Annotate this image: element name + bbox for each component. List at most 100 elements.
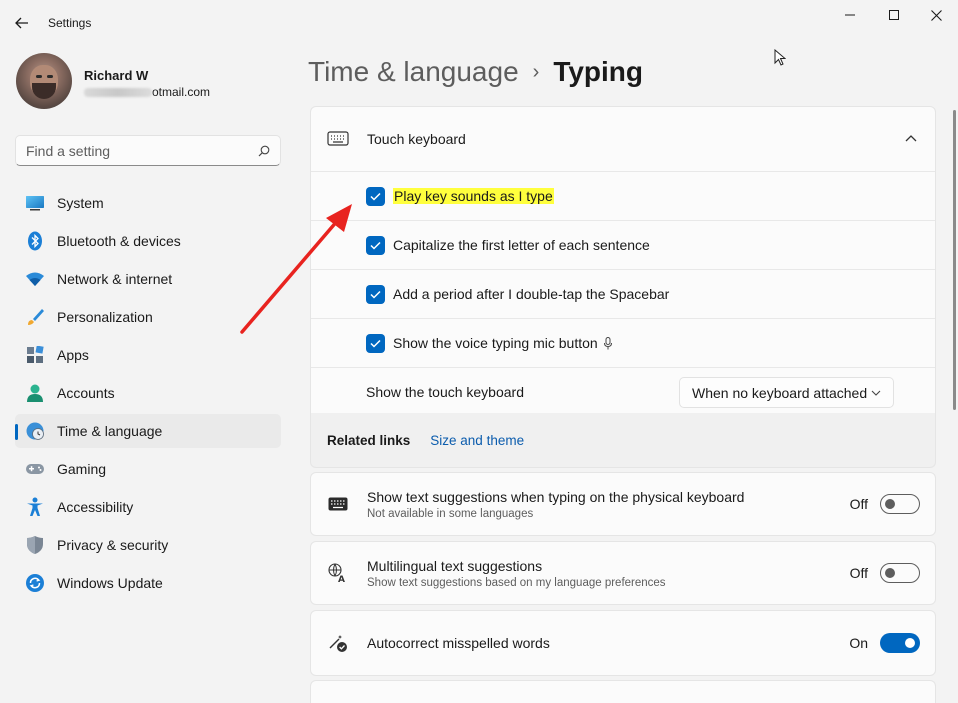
close-button[interactable] bbox=[914, 0, 958, 30]
search-input[interactable] bbox=[26, 142, 258, 159]
dropdown-value: When no keyboard attached bbox=[692, 384, 868, 401]
related-links: Related links Size and theme bbox=[310, 413, 936, 468]
profile-email: otmail.com bbox=[84, 85, 210, 99]
toggle-state-label: On bbox=[849, 635, 868, 651]
accessibility-icon bbox=[25, 497, 45, 517]
avatar bbox=[16, 53, 72, 109]
option-label: Show the voice typing mic button bbox=[393, 335, 598, 351]
toggle-state-label: Off bbox=[849, 496, 868, 512]
touch-keyboard-section: Touch keyboard Play key sounds as I type… bbox=[310, 106, 936, 414]
checkmark-icon bbox=[370, 192, 381, 201]
sidebar-item-label: Apps bbox=[57, 347, 89, 363]
size-and-theme-link[interactable]: Size and theme bbox=[430, 433, 524, 448]
related-links-label: Related links bbox=[327, 432, 411, 448]
checkmark-icon bbox=[370, 290, 381, 299]
sidebar-item-accounts[interactable]: Accounts bbox=[15, 376, 281, 410]
setting-title: Autocorrect misspelled words bbox=[367, 635, 550, 651]
shield-icon bbox=[25, 535, 45, 555]
search-box[interactable] bbox=[15, 135, 281, 166]
profile-name: Richard W bbox=[84, 68, 149, 83]
minimize-icon bbox=[845, 14, 855, 16]
sidebar-item-label: System bbox=[57, 195, 104, 211]
globe-clock-icon bbox=[25, 421, 45, 441]
setting-multilingual-suggestions: A Multilingual text suggestions Show tex… bbox=[310, 541, 936, 605]
option-voice-typing-mic[interactable]: Show the voice typing mic button bbox=[311, 318, 935, 367]
app-title: Settings bbox=[48, 16, 92, 30]
breadcrumb-separator: › bbox=[532, 60, 540, 83]
close-icon bbox=[930, 9, 942, 21]
chevron-down-icon bbox=[871, 390, 881, 396]
user-profile[interactable]: Richard W otmail.com bbox=[16, 53, 286, 111]
update-icon bbox=[25, 573, 45, 593]
option-capitalize-first-letter[interactable]: Capitalize the first letter of each sent… bbox=[311, 220, 935, 269]
search-icon[interactable] bbox=[258, 145, 270, 157]
email-redaction bbox=[84, 87, 152, 97]
sidebar-item-accessibility[interactable]: Accessibility bbox=[15, 490, 281, 524]
checkbox-checked[interactable] bbox=[366, 284, 385, 304]
setting-subtitle: Show text suggestions based on my langua… bbox=[367, 576, 666, 589]
sidebar-item-apps[interactable]: Apps bbox=[15, 338, 281, 372]
sidebar-item-label: Accessibility bbox=[57, 499, 134, 515]
mouse-cursor-icon bbox=[774, 49, 786, 66]
setting-subtitle: Not available in some languages bbox=[367, 507, 534, 520]
sidebar-item-label: Gaming bbox=[57, 461, 107, 477]
setting-title: Show text suggestions when typing on the… bbox=[367, 488, 745, 505]
sidebar-item-gaming[interactable]: Gaming bbox=[15, 452, 281, 486]
wifi-icon bbox=[25, 269, 45, 289]
annotation-arrow bbox=[240, 204, 352, 334]
setting-autocorrect: Autocorrect misspelled words On bbox=[310, 610, 936, 676]
option-add-period[interactable]: Add a period after I double-tap the Spac… bbox=[311, 269, 935, 318]
sidebar-item-label: Bluetooth & devices bbox=[57, 233, 181, 249]
keyboard-filled-icon bbox=[327, 493, 349, 515]
sidebar-item-label: Personalization bbox=[57, 309, 153, 325]
setting-title: Multilingual text suggestions bbox=[367, 557, 543, 574]
keyboard-icon bbox=[327, 128, 349, 150]
bluetooth-icon bbox=[25, 231, 45, 251]
brush-icon bbox=[25, 307, 45, 327]
breadcrumb: Time & language › Typing bbox=[308, 56, 643, 88]
maximize-button[interactable] bbox=[872, 0, 916, 30]
option-label: Add a period after I double-tap the Spac… bbox=[393, 286, 670, 302]
checkbox-checked[interactable] bbox=[366, 235, 385, 255]
sidebar-item-windows-update[interactable]: Windows Update bbox=[15, 566, 281, 600]
microphone-icon bbox=[603, 336, 612, 349]
breadcrumb-parent[interactable]: Time & language bbox=[308, 56, 519, 88]
sidebar-item-privacy[interactable]: Privacy & security bbox=[15, 528, 281, 562]
scrollbar[interactable] bbox=[953, 110, 956, 410]
touch-keyboard-title: Touch keyboard bbox=[367, 131, 466, 147]
text-suggestions-toggle[interactable] bbox=[880, 494, 920, 514]
system-icon bbox=[25, 193, 45, 213]
toggle-state-label: Off bbox=[849, 565, 868, 581]
apps-icon bbox=[25, 345, 45, 365]
chevron-up-icon[interactable] bbox=[905, 134, 917, 142]
touch-keyboard-header[interactable]: Touch keyboard bbox=[311, 107, 935, 171]
checkmark-icon bbox=[370, 339, 381, 348]
autocorrect-icon bbox=[327, 632, 349, 654]
title-bar: Settings bbox=[0, 0, 958, 46]
back-button[interactable] bbox=[10, 12, 34, 34]
page-title: Typing bbox=[553, 56, 644, 87]
show-touch-keyboard-label: Show the touch keyboard bbox=[366, 384, 524, 400]
sidebar-item-label: Network & internet bbox=[57, 271, 173, 287]
show-touch-keyboard-dropdown[interactable]: When no keyboard attached bbox=[679, 377, 894, 408]
show-touch-keyboard-row: Show the touch keyboard When no keyboard… bbox=[311, 367, 935, 416]
sidebar-item-label: Windows Update bbox=[57, 575, 163, 591]
checkmark-icon bbox=[370, 241, 381, 250]
option-label: Play key sounds as I type bbox=[393, 188, 554, 204]
option-play-key-sounds[interactable]: Play key sounds as I type bbox=[311, 171, 935, 220]
autocorrect-toggle[interactable] bbox=[880, 633, 920, 653]
language-icon: A bbox=[327, 562, 349, 584]
sidebar-item-label: Time & language bbox=[57, 423, 163, 439]
multilingual-toggle[interactable] bbox=[880, 563, 920, 583]
sidebar-item-label: Accounts bbox=[57, 385, 115, 401]
option-label: Capitalize the first letter of each sent… bbox=[393, 237, 650, 253]
checkbox-checked[interactable] bbox=[366, 333, 385, 353]
sidebar-item-time-language[interactable]: Time & language bbox=[15, 414, 281, 448]
svg-text:A: A bbox=[338, 575, 345, 583]
back-arrow-icon bbox=[15, 17, 28, 29]
person-icon bbox=[25, 383, 45, 403]
setting-next-partial bbox=[310, 680, 936, 703]
minimize-button[interactable] bbox=[828, 0, 872, 30]
gamepad-icon bbox=[25, 459, 45, 479]
checkbox-checked[interactable] bbox=[366, 186, 385, 206]
